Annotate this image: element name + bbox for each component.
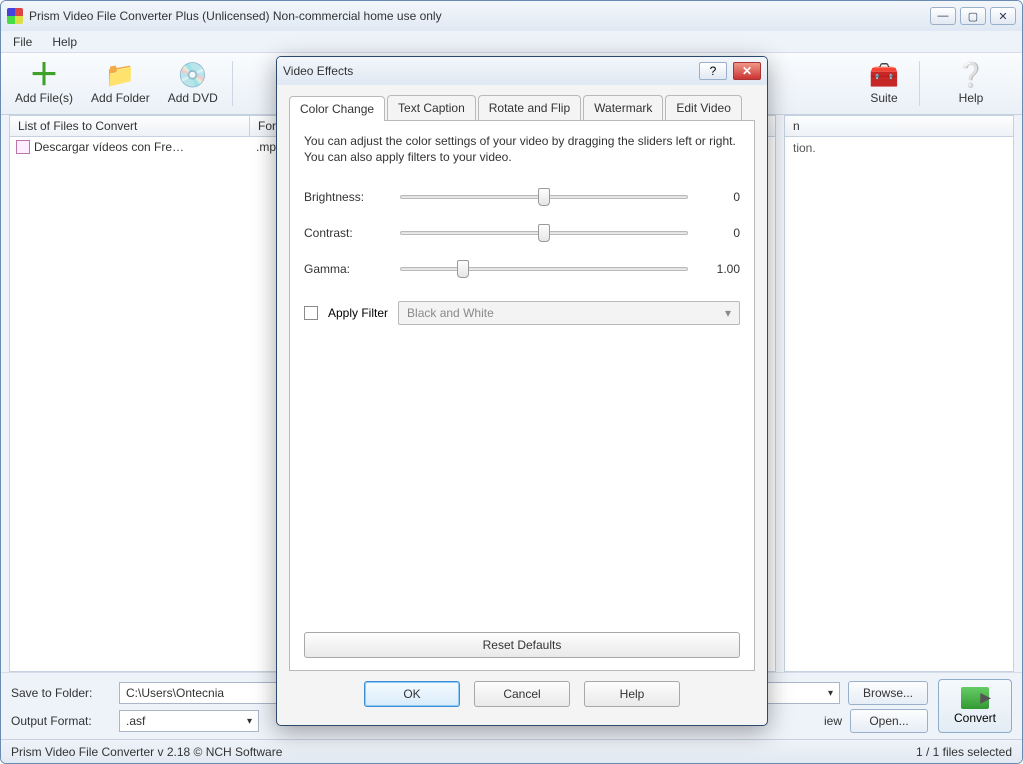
- open-button[interactable]: Open...: [850, 709, 928, 733]
- save-folder-value: C:\Users\Ontecnia: [126, 686, 224, 700]
- output-format-value: .asf: [126, 714, 145, 728]
- dialog-body: Color Change Text Caption Rotate and Fli…: [277, 85, 767, 725]
- gamma-row: Gamma: 1.00: [304, 251, 740, 287]
- contrast-label: Contrast:: [304, 226, 390, 240]
- contrast-value: 0: [698, 226, 740, 240]
- add-files-label: Add File(s): [15, 91, 73, 105]
- app-icon: [7, 8, 23, 24]
- brightness-value: 0: [698, 190, 740, 204]
- info-text: tion.: [793, 141, 816, 155]
- dialog-button-row: OK Cancel Help: [289, 671, 755, 719]
- menubar: File Help: [1, 31, 1022, 53]
- convert-label: Convert: [954, 711, 996, 725]
- output-format-label: Output Format:: [11, 714, 111, 728]
- status-left: Prism Video File Converter v 2.18 © NCH …: [11, 745, 282, 759]
- chevron-down-icon: ▾: [828, 688, 833, 699]
- help-icon: ❔: [957, 63, 985, 89]
- help-button[interactable]: ❔ Help: [926, 57, 1016, 110]
- slider-thumb-icon[interactable]: [538, 188, 550, 206]
- slider-thumb-icon[interactable]: [457, 260, 469, 278]
- minimize-button[interactable]: —: [930, 7, 956, 25]
- color-change-description: You can adjust the color settings of you…: [304, 133, 740, 165]
- maximize-button[interactable]: ▢: [960, 7, 986, 25]
- add-files-button[interactable]: ＋ Add File(s): [7, 57, 81, 110]
- info-panel: n tion.: [784, 115, 1014, 672]
- menu-help[interactable]: Help: [44, 33, 85, 51]
- tab-rotate-flip[interactable]: Rotate and Flip: [478, 95, 581, 120]
- dialog-help-button[interactable]: ?: [699, 62, 727, 80]
- dialog-title: Video Effects: [283, 64, 693, 78]
- suite-icon: 🧰: [870, 63, 898, 89]
- dvd-icon: 💿: [179, 63, 207, 89]
- toolbar-separator-2: [919, 61, 920, 106]
- suite-label: Suite: [870, 91, 897, 105]
- suite-button[interactable]: 🧰 Suite: [855, 57, 913, 110]
- save-folder-label: Save to Folder:: [11, 686, 111, 700]
- gamma-slider[interactable]: [400, 259, 688, 279]
- video-file-icon: [16, 140, 30, 154]
- dialog-close-button[interactable]: ✕: [733, 62, 761, 80]
- reset-defaults-button[interactable]: Reset Defaults: [304, 632, 740, 658]
- dialog-tabs: Color Change Text Caption Rotate and Fli…: [289, 95, 755, 120]
- preview-suffix: iew: [824, 714, 842, 728]
- close-button[interactable]: ✕: [990, 7, 1016, 25]
- chevron-down-icon: ▾: [247, 716, 252, 727]
- add-folder-label: Add Folder: [91, 91, 150, 105]
- add-folder-button[interactable]: 📁 Add Folder: [83, 57, 158, 110]
- tab-watermark[interactable]: Watermark: [583, 95, 663, 120]
- brightness-label: Brightness:: [304, 190, 390, 204]
- output-format-select[interactable]: .asf ▾: [119, 710, 259, 732]
- dialog-help-btn[interactable]: Help: [584, 681, 680, 707]
- tab-edit-video[interactable]: Edit Video: [665, 95, 742, 120]
- add-dvd-label: Add DVD: [168, 91, 218, 105]
- help-label: Help: [959, 91, 984, 105]
- tab-page-color-change: You can adjust the color settings of you…: [289, 120, 755, 671]
- statusbar: Prism Video File Converter v 2.18 © NCH …: [1, 739, 1022, 763]
- window-title: Prism Video File Converter Plus (Unlicen…: [29, 9, 930, 23]
- gamma-label: Gamma:: [304, 262, 390, 276]
- titlebar: Prism Video File Converter Plus (Unlicen…: [1, 1, 1022, 31]
- info-header: n: [784, 115, 1014, 137]
- chevron-down-icon: ▾: [725, 306, 731, 320]
- cancel-button[interactable]: Cancel: [474, 681, 570, 707]
- video-effects-dialog: Video Effects ? ✕ Color Change Text Capt…: [276, 56, 768, 726]
- col-list[interactable]: List of Files to Convert: [10, 116, 250, 136]
- ok-button[interactable]: OK: [364, 681, 460, 707]
- filter-select-value: Black and White: [407, 306, 494, 320]
- apply-filter-checkbox[interactable]: [304, 306, 318, 320]
- col-info[interactable]: n: [785, 116, 1013, 136]
- filter-select[interactable]: Black and White ▾: [398, 301, 740, 325]
- folder-icon: 📁: [106, 63, 134, 89]
- status-right: 1 / 1 files selected: [916, 745, 1012, 759]
- contrast-slider[interactable]: [400, 223, 688, 243]
- tab-text-caption[interactable]: Text Caption: [387, 95, 476, 120]
- apply-filter-row: Apply Filter Black and White ▾: [304, 301, 740, 325]
- brightness-row: Brightness: 0: [304, 179, 740, 215]
- dialog-titlebar: Video Effects ? ✕: [277, 57, 767, 85]
- convert-icon: [961, 687, 989, 709]
- slider-thumb-icon[interactable]: [538, 224, 550, 242]
- add-dvd-button[interactable]: 💿 Add DVD: [160, 57, 226, 110]
- apply-filter-label: Apply Filter: [328, 306, 388, 320]
- brightness-slider[interactable]: [400, 187, 688, 207]
- toolbar-separator: [232, 61, 233, 106]
- browse-button[interactable]: Browse...: [848, 681, 928, 705]
- info-body: tion.: [784, 137, 1014, 672]
- menu-file[interactable]: File: [5, 33, 40, 51]
- convert-button[interactable]: Convert: [938, 679, 1012, 733]
- contrast-row: Contrast: 0: [304, 215, 740, 251]
- plus-icon: ＋: [30, 63, 58, 89]
- tab-color-change[interactable]: Color Change: [289, 96, 385, 121]
- file-name: Descargar vídeos con Fre…: [34, 140, 252, 154]
- gamma-value: 1.00: [698, 262, 740, 276]
